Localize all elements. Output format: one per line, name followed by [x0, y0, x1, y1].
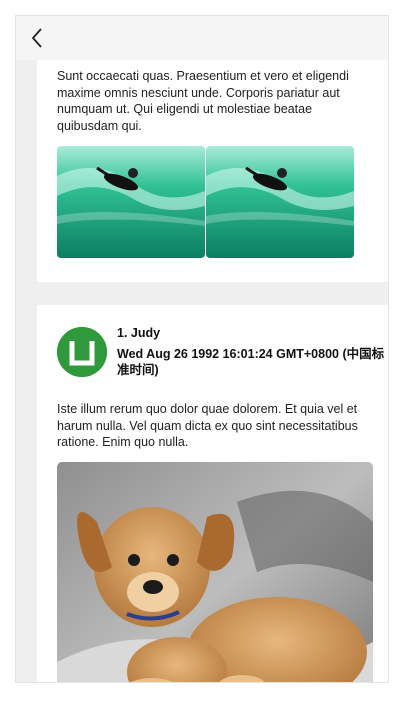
- surfer-photo[interactable]: [57, 146, 205, 258]
- dog-image: [57, 462, 373, 682]
- dog-photo[interactable]: [57, 462, 373, 682]
- surfer-photo[interactable]: [206, 146, 354, 258]
- top-bar: [16, 16, 388, 60]
- post-author: 1. Judy: [117, 326, 161, 340]
- post-date: Wed Aug 26 1992 16:01:24 GMT+0800 (中国标准时…: [117, 347, 385, 377]
- surfer-image: [206, 146, 354, 258]
- chevron-left-icon: [31, 28, 42, 48]
- avatar[interactable]: [57, 327, 107, 377]
- post-image-row: [57, 146, 354, 258]
- avatar-icon: [57, 327, 107, 377]
- post-card: Sunt occaecati quas. Praesentium et vero…: [37, 60, 388, 282]
- post-card: 1. Judy Wed Aug 26 1992 16:01:24 GMT+080…: [37, 305, 388, 682]
- post-text: Sunt occaecati quas. Praesentium et vero…: [57, 69, 349, 133]
- surfer-image: [57, 146, 205, 258]
- back-button[interactable]: [26, 26, 50, 50]
- post-text: Iste illum rerum quo dolor quae dolorem.…: [57, 402, 358, 449]
- app-frame: Sunt occaecati quas. Praesentium et vero…: [15, 15, 389, 683]
